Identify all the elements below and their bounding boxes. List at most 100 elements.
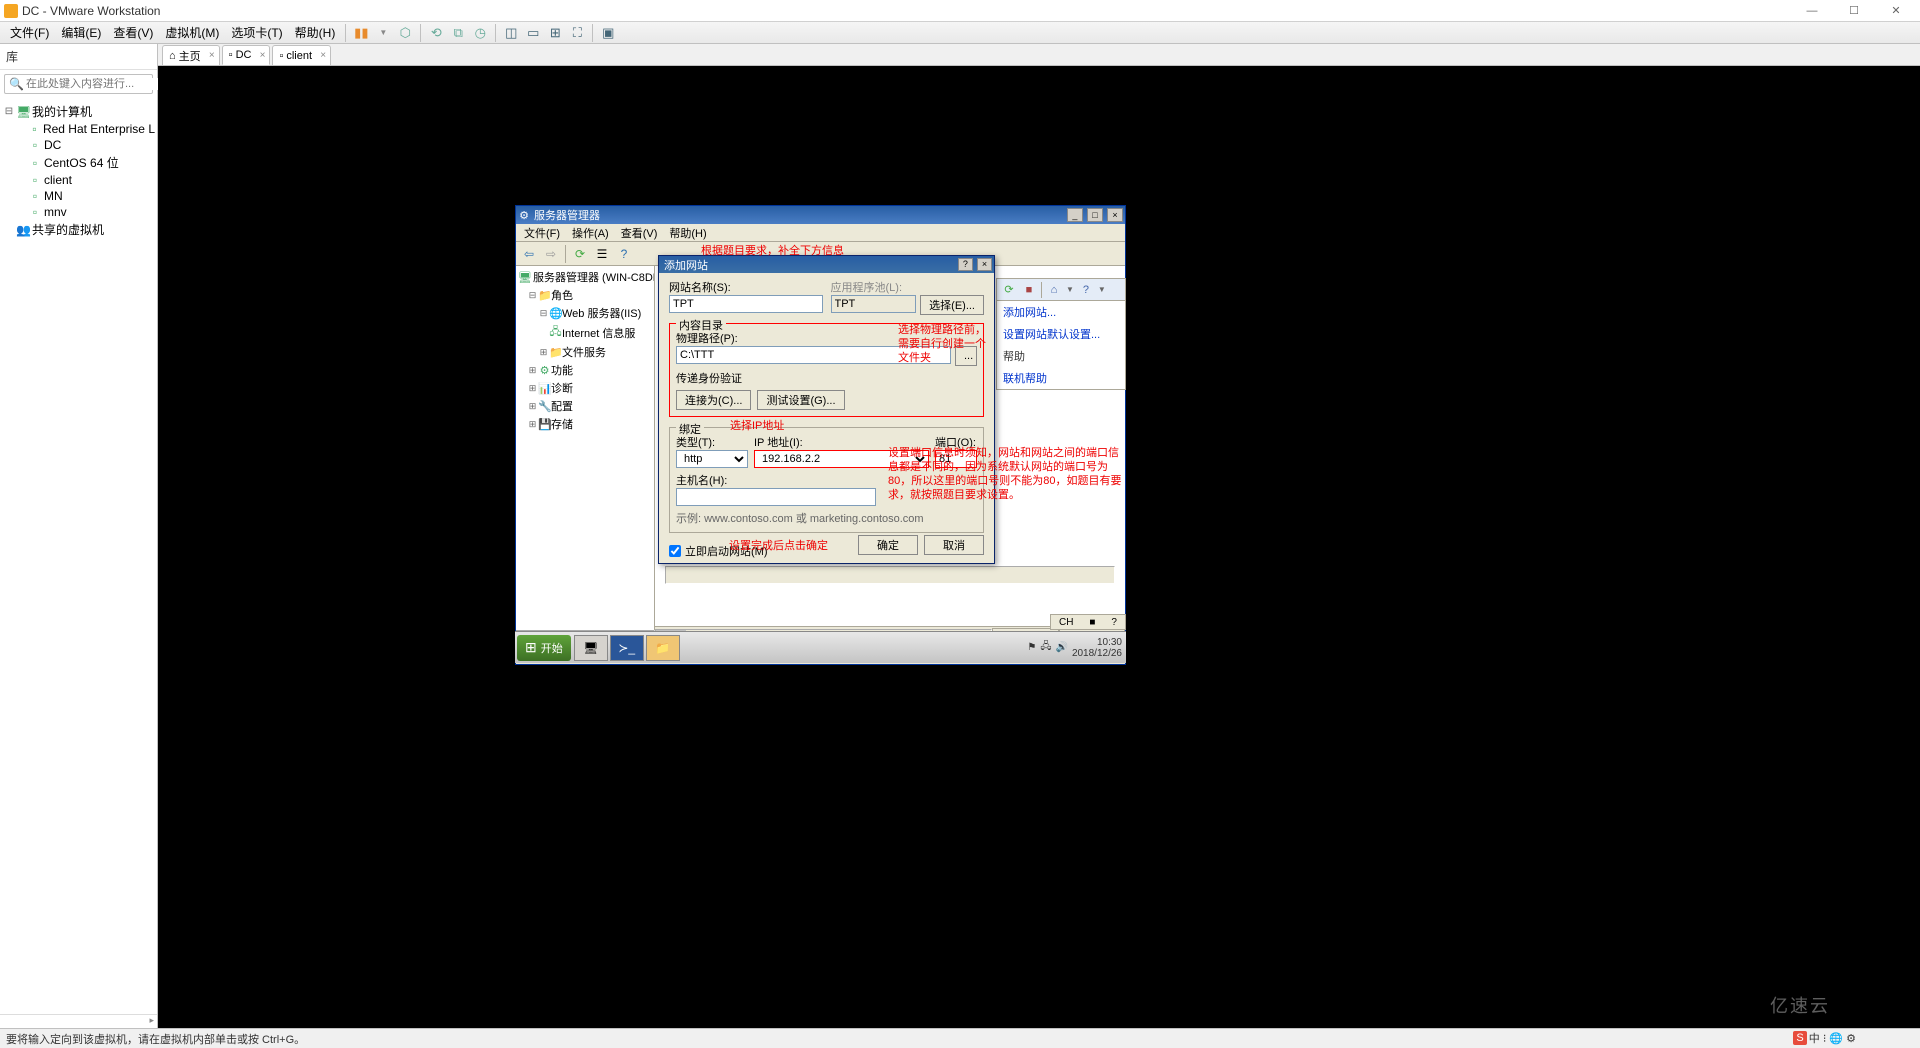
connect-as-button[interactable]: 连接为(C)...: [676, 390, 751, 410]
sm-menu-action[interactable]: 操作(A): [566, 224, 615, 242]
close-icon[interactable]: ×: [209, 50, 215, 61]
menu-vm[interactable]: 虚拟机(M): [159, 22, 225, 43]
tab-dc[interactable]: ▫DC×: [222, 45, 271, 65]
tree-item-mn[interactable]: ▫MN: [2, 188, 155, 204]
revert-icon[interactable]: ⟲: [427, 24, 445, 42]
menu-tabs[interactable]: 选项卡(T): [225, 22, 288, 43]
close-button[interactable]: ×: [977, 258, 992, 271]
maximize-button[interactable]: ☐: [1834, 1, 1874, 21]
sm-tree-file[interactable]: ⊞📁文件服务: [518, 343, 652, 361]
language-bar[interactable]: CH ■ ?: [1050, 614, 1126, 630]
tree-item-shared[interactable]: 👥 共享的虚拟机: [2, 220, 155, 239]
chevron-down-icon[interactable]: ▼: [1098, 285, 1106, 294]
layout1-icon[interactable]: ◫: [502, 24, 520, 42]
pause-icon[interactable]: ▮▮: [352, 24, 370, 42]
task-explorer[interactable]: 📁: [646, 635, 680, 661]
sm-titlebar[interactable]: ⚙ 服务器管理器 _ □ ×: [516, 206, 1125, 224]
tree-item-rhel[interactable]: ▫Red Hat Enterprise L: [2, 121, 155, 137]
test-settings-button[interactable]: 测试设置(G)...: [757, 390, 844, 410]
sm-menu-help[interactable]: 帮助(H): [663, 224, 712, 242]
help-button[interactable]: ?: [958, 258, 973, 271]
back-icon[interactable]: ⇦: [519, 244, 539, 264]
close-icon[interactable]: ×: [320, 50, 326, 61]
minimize-button[interactable]: —: [1792, 1, 1832, 21]
expand-icon[interactable]: ⊞: [527, 383, 538, 394]
action-help[interactable]: 帮助: [997, 345, 1125, 367]
snapshot-icon[interactable]: ⬡: [396, 24, 414, 42]
chevron-down-icon[interactable]: ▼: [1066, 285, 1074, 294]
select-apppool-button[interactable]: 选择(E)...: [920, 295, 984, 315]
sm-tree-roles[interactable]: ⊟📁角色: [518, 286, 652, 304]
snapshot-mgr-icon[interactable]: ⧉: [449, 24, 467, 42]
maximize-button[interactable]: □: [1087, 208, 1103, 222]
scroll-h-inner[interactable]: [665, 566, 1115, 584]
ok-button[interactable]: 确定: [858, 535, 918, 555]
close-icon[interactable]: ×: [260, 50, 266, 61]
tree-item-mnv[interactable]: ▫mnv: [2, 204, 155, 220]
menu-view[interactable]: 查看(V): [107, 22, 159, 43]
help-icon[interactable]: ?: [614, 244, 634, 264]
tree-item-client[interactable]: ▫client: [2, 172, 155, 188]
unity-icon[interactable]: ▣: [599, 24, 617, 42]
tray-network-icon[interactable]: 🖧: [1040, 639, 1051, 656]
tree-item-centos[interactable]: ▫CentOS 64 位: [2, 153, 155, 172]
task-server-mgr[interactable]: 🖥: [574, 635, 608, 661]
menu-help[interactable]: 帮助(H): [289, 22, 342, 43]
ime-indicator[interactable]: S 中 ⁝ 🌐 ⚙: [1793, 1030, 1856, 1046]
expand-icon[interactable]: ⊞: [527, 401, 538, 412]
sm-menu-file[interactable]: 文件(F): [518, 224, 566, 242]
search-input[interactable]: [26, 78, 168, 90]
action-site-defaults[interactable]: 设置网站默认设置...: [997, 323, 1125, 345]
stop-icon[interactable]: ■: [1021, 282, 1037, 298]
close-button[interactable]: ×: [1107, 208, 1123, 222]
refresh-icon[interactable]: ⟳: [570, 244, 590, 264]
home-icon[interactable]: ⌂: [1046, 282, 1062, 298]
sm-tree-diag[interactable]: ⊞📊诊断: [518, 379, 652, 397]
lang-ch[interactable]: CH: [1059, 617, 1073, 628]
tab-home[interactable]: ⌂主页×: [162, 45, 220, 65]
tray-flag-icon[interactable]: ⚑: [1027, 642, 1036, 653]
clock[interactable]: 10:30 2018/12/26: [1072, 637, 1122, 659]
start-button[interactable]: ⊞ 开始: [517, 635, 571, 661]
tree-item-root[interactable]: ⊟ 🖥 我的计算机: [2, 102, 155, 121]
collapse-icon[interactable]: ⊟: [2, 106, 16, 117]
collapse-icon[interactable]: ⊟: [538, 308, 549, 319]
task-powershell[interactable]: ≻_: [610, 635, 644, 661]
expand-icon[interactable]: ⊞: [527, 365, 538, 376]
sm-tree-root[interactable]: 🖥服务器管理器 (WIN-C8DD59): [518, 268, 652, 286]
sm-tree-config[interactable]: ⊞🔧配置: [518, 397, 652, 415]
sm-tree-features[interactable]: ⊞⚙功能: [518, 361, 652, 379]
type-select[interactable]: http: [676, 450, 748, 468]
sm-tree-iis[interactable]: ⊟🌐Web 服务器(IIS): [518, 304, 652, 322]
lang-ime-icon[interactable]: ■: [1089, 617, 1095, 628]
sm-tree-inet[interactable]: 🖧Internet 信息服: [518, 322, 652, 343]
search-box[interactable]: 🔍 ▼: [4, 74, 153, 94]
collapse-icon[interactable]: ⊟: [527, 290, 538, 301]
lang-help-icon[interactable]: ?: [1111, 617, 1117, 628]
layout3-icon[interactable]: ⊞: [546, 24, 564, 42]
properties-icon[interactable]: ☰: [592, 244, 612, 264]
expand-icon[interactable]: ⊞: [538, 347, 549, 358]
tab-client[interactable]: ▫client×: [272, 45, 331, 65]
action-add-site[interactable]: 添加网站...: [997, 301, 1125, 323]
sitename-input[interactable]: [669, 295, 823, 313]
sm-tree-storage[interactable]: ⊞💾存储: [518, 415, 652, 433]
tree-item-dc[interactable]: ▫DC: [2, 137, 155, 153]
start-now-checkbox[interactable]: [669, 545, 681, 557]
action-online-help[interactable]: 联机帮助: [997, 367, 1125, 389]
forward-icon[interactable]: ⇨: [541, 244, 561, 264]
clock-icon[interactable]: ◷: [471, 24, 489, 42]
fullscreen-icon[interactable]: ⛶: [568, 24, 586, 42]
close-button[interactable]: ✕: [1876, 1, 1916, 21]
menu-edit[interactable]: 编辑(E): [55, 22, 107, 43]
hostname-input[interactable]: [676, 488, 876, 506]
dlg-titlebar[interactable]: 添加网站 ? ×: [659, 256, 994, 273]
sm-menu-view[interactable]: 查看(V): [615, 224, 664, 242]
dropdown-icon[interactable]: ▼: [374, 24, 392, 42]
menu-file[interactable]: 文件(F): [4, 22, 55, 43]
help-icon[interactable]: ?: [1078, 282, 1094, 298]
sidebar-scroll-h[interactable]: ▸: [0, 1014, 157, 1028]
cancel-button[interactable]: 取消: [924, 535, 984, 555]
expand-icon[interactable]: ⊞: [527, 419, 538, 430]
layout2-icon[interactable]: ▭: [524, 24, 542, 42]
